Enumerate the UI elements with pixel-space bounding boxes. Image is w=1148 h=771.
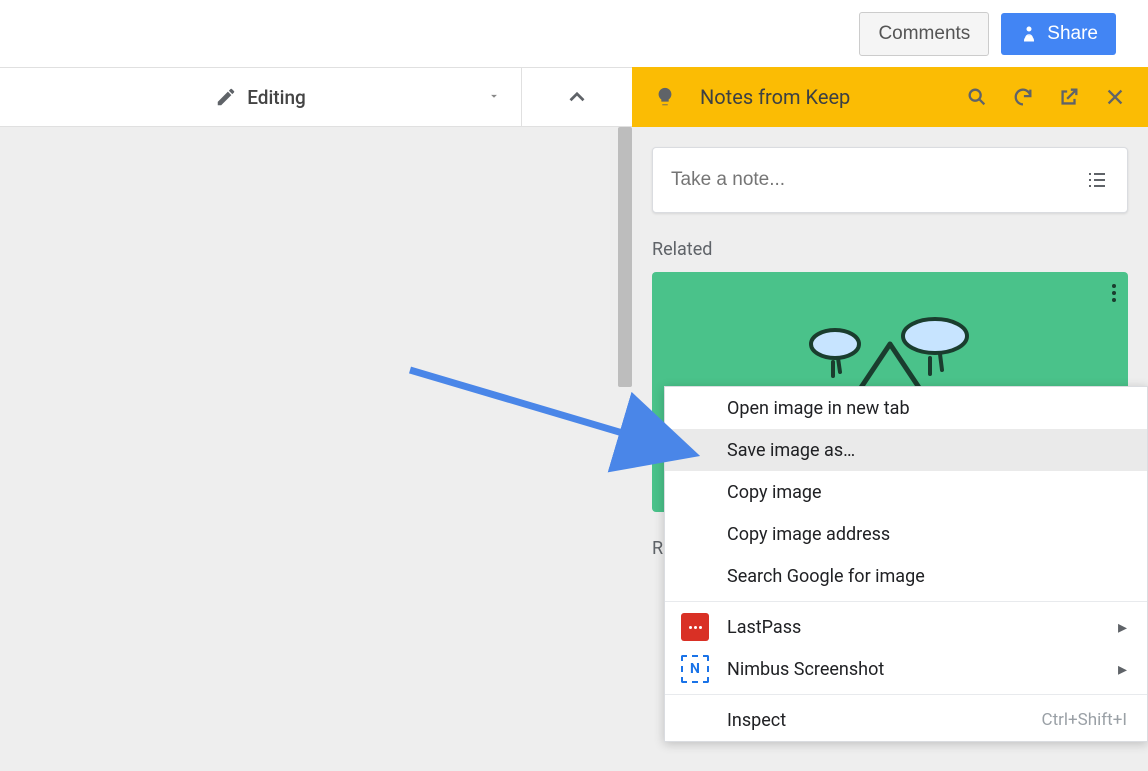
keep-header: Notes from Keep [632, 67, 1148, 127]
toolbar: Editing [0, 67, 632, 127]
cm-label: Save image as… [727, 440, 855, 461]
note-more-icon[interactable] [1112, 284, 1116, 302]
collapse-button[interactable] [522, 68, 632, 126]
comments-button[interactable]: Comments [859, 12, 989, 56]
submenu-arrow-icon: ▸ [1118, 659, 1127, 680]
cm-label: Open image in new tab [727, 398, 910, 419]
cm-label: Copy image address [727, 524, 890, 545]
lastpass-icon [681, 613, 709, 641]
submenu-arrow-icon: ▸ [1118, 617, 1127, 638]
cm-label: Nimbus Screenshot [727, 659, 884, 680]
cm-open-new-tab[interactable]: Open image in new tab [665, 387, 1147, 429]
refresh-icon[interactable] [1008, 82, 1038, 112]
cm-lastpass[interactable]: LastPass ▸ [665, 606, 1147, 648]
open-external-icon[interactable] [1054, 82, 1084, 112]
cm-divider [665, 694, 1147, 695]
take-note-input[interactable] [652, 147, 1128, 213]
share-label: Share [1047, 23, 1098, 45]
nimbus-icon: N [681, 655, 709, 683]
close-icon[interactable] [1100, 82, 1130, 112]
keep-title: Notes from Keep [700, 85, 946, 109]
note-input-field[interactable] [671, 169, 1085, 191]
cm-divider [665, 601, 1147, 602]
mode-label: Editing [247, 86, 306, 109]
new-list-icon[interactable] [1085, 168, 1109, 192]
cm-copy-image-address[interactable]: Copy image address [665, 513, 1147, 555]
cm-label: Copy image [727, 482, 822, 503]
context-menu: Open image in new tab Save image as… Cop… [664, 386, 1148, 742]
cm-save-image-as[interactable]: Save image as… [665, 429, 1147, 471]
cm-copy-image[interactable]: Copy image [665, 471, 1147, 513]
cm-inspect[interactable]: Inspect Ctrl+Shift+I [665, 699, 1147, 741]
related-label: Related [652, 239, 1128, 260]
search-icon[interactable] [962, 82, 992, 112]
share-button[interactable]: Share [1001, 13, 1116, 55]
share-icon [1019, 24, 1039, 44]
comments-label: Comments [878, 23, 970, 45]
scrollbar[interactable] [618, 127, 632, 387]
chevron-up-icon [564, 84, 590, 110]
document-area [0, 127, 632, 771]
keep-bulb-icon [650, 82, 680, 112]
cm-label: Search Google for image [727, 566, 925, 587]
cm-label: Inspect [727, 710, 786, 731]
cm-search-google-image[interactable]: Search Google for image [665, 555, 1147, 597]
cm-nimbus[interactable]: N Nimbus Screenshot ▸ [665, 648, 1147, 690]
cm-shortcut: Ctrl+Shift+I [1042, 710, 1128, 730]
dropdown-arrow-icon [487, 88, 501, 107]
editing-mode-dropdown[interactable]: Editing [0, 68, 522, 126]
cm-label: LastPass [727, 617, 801, 638]
pencil-icon [215, 86, 237, 108]
